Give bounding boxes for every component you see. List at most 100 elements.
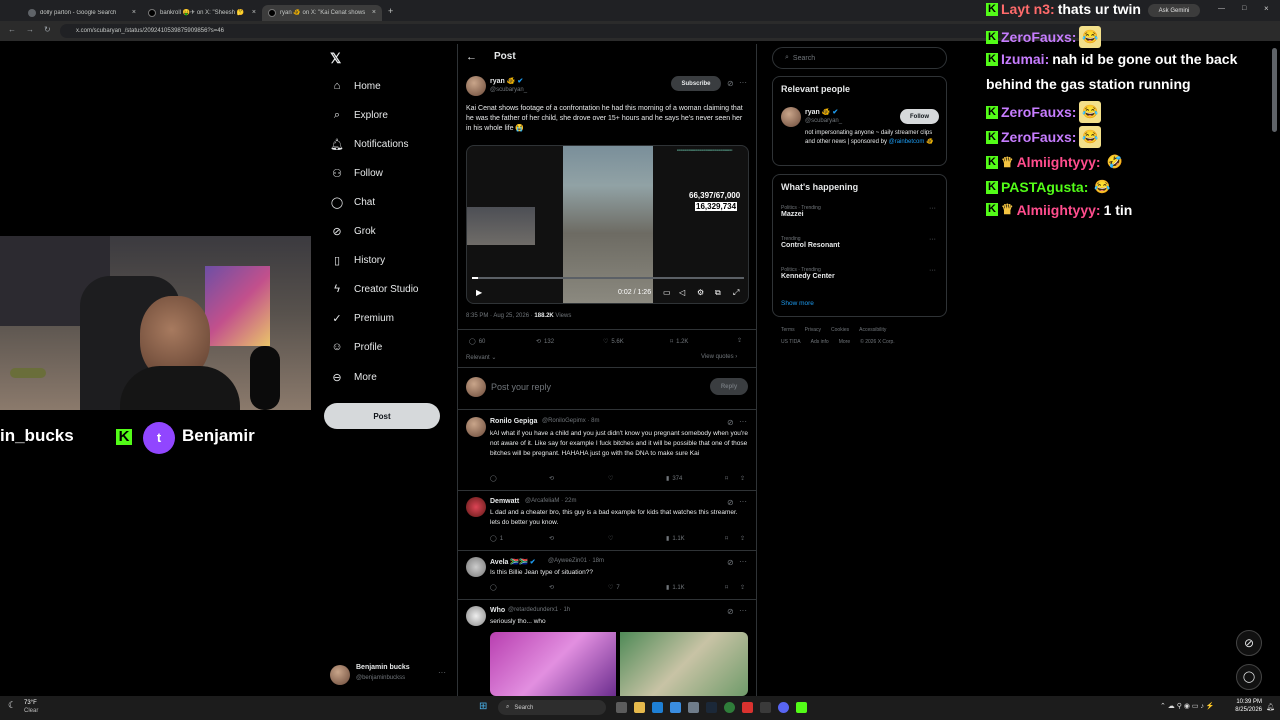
scrollbar-thumb[interactable] — [1272, 48, 1277, 132]
browser-tab-active[interactable]: ryan 🐠 on X: "Kai Cenat shows × — [262, 4, 382, 21]
account-switcher[interactable]: Benjamin bucks @benjaminbuckss ··· — [330, 662, 450, 688]
bookmark-action[interactable]: ⌑ — [725, 475, 728, 482]
nav-history[interactable]: ▯ History — [330, 254, 385, 267]
footer-link[interactable]: Terms — [781, 327, 795, 333]
avatar[interactable] — [466, 417, 486, 437]
avatar[interactable] — [781, 107, 801, 127]
trend-item[interactable]: Politics · Trending Kennedy Center ··· — [781, 267, 941, 280]
pip-icon[interactable]: ⧉ — [715, 288, 721, 298]
new-tab-icon[interactable]: + — [388, 6, 393, 16]
grok-icon[interactable]: ⊘ — [727, 418, 734, 427]
steam-icon[interactable] — [706, 702, 717, 713]
sort-dropdown[interactable]: Relevant ⌄ — [466, 354, 496, 361]
fullscreen-icon[interactable]: ⤢ — [733, 288, 739, 298]
system-tray-icons[interactable]: ⌃ ☁ ⚲ ◉ ▭ ♪ ⚡ — [1160, 702, 1215, 710]
repost-action[interactable]: ⟲ — [549, 584, 554, 591]
grok-icon[interactable]: ⊘ — [727, 79, 734, 88]
like-action[interactable]: ♡ 5.6K — [603, 338, 624, 346]
ask-gemini-button[interactable]: Ask Gemini — [1148, 4, 1200, 17]
grok-icon[interactable]: ⊘ — [727, 498, 734, 507]
footer-link[interactable]: Ads info — [811, 339, 829, 345]
store-icon[interactable] — [670, 702, 681, 713]
nav-creator-studio[interactable]: ϟ Creator Studio — [330, 283, 418, 295]
nav-more[interactable]: ⊖ More — [330, 371, 376, 384]
share-action[interactable]: ⇪ — [740, 584, 745, 591]
share-action[interactable]: ⇪ — [740, 535, 745, 542]
weather-temp[interactable]: 73°F — [24, 700, 37, 706]
windows-start-icon[interactable]: ⊞ — [479, 701, 487, 712]
subscribe-button[interactable]: Subscribe — [671, 76, 721, 91]
nav-grok[interactable]: ⊘ Grok — [330, 225, 375, 238]
more-dots-icon[interactable]: ··· — [739, 497, 747, 506]
view-quotes-link[interactable]: View quotes › — [701, 354, 737, 360]
messages-icon[interactable]: ◯ — [1236, 664, 1262, 690]
close-tab-icon[interactable]: × — [252, 9, 256, 16]
back-arrow-icon[interactable]: ← — [466, 51, 477, 63]
more-dots-icon[interactable]: ··· — [929, 236, 936, 243]
maximize-icon[interactable]: □ — [1242, 5, 1246, 12]
reply-author[interactable]: Demwatt — [490, 498, 519, 505]
reply-action[interactable]: ◯ 1 — [490, 535, 503, 543]
avatar[interactable] — [466, 497, 486, 517]
close-tab-icon[interactable]: × — [372, 9, 376, 16]
author-handle[interactable]: @scubaryan_ — [490, 87, 527, 93]
like-action[interactable]: ♡ — [608, 475, 613, 482]
reply-button[interactable]: Reply — [710, 378, 748, 395]
search-input[interactable]: ⌕ Search — [772, 47, 947, 69]
reload-icon[interactable]: ↻ — [44, 25, 51, 34]
views-action[interactable]: ▮ 1.1K — [666, 535, 685, 543]
more-dots-icon[interactable]: ··· — [739, 78, 747, 87]
discord-icon[interactable] — [778, 702, 789, 713]
minimize-icon[interactable]: — — [1218, 5, 1225, 12]
nav-premium[interactable]: ✓ Premium — [330, 312, 394, 325]
url-field[interactable]: x.com/scubaryan_/status/2092410539875909… — [60, 24, 1100, 38]
browser-tab[interactable]: dolly parton - Google Search × — [22, 5, 142, 21]
bookmark-action[interactable]: ⌑ 1.2K — [670, 338, 688, 346]
views-action[interactable]: ▮ 1.1K — [666, 584, 685, 592]
close-tab-icon[interactable]: × — [132, 9, 136, 16]
more-dots-icon[interactable]: ··· — [739, 606, 747, 615]
back-icon[interactable]: ← — [8, 25, 16, 34]
share-action[interactable]: ⇪ — [740, 475, 745, 482]
reply-media[interactable] — [490, 632, 748, 696]
like-action[interactable]: ♡ — [608, 535, 613, 542]
more-dots-icon[interactable]: ··· — [929, 205, 936, 212]
file-explorer-icon[interactable] — [634, 702, 645, 713]
follow-button[interactable]: Follow — [900, 109, 939, 124]
bio-link[interactable]: @rainbetcom 🐠 — [889, 139, 934, 145]
like-action[interactable]: ♡ 7 — [608, 584, 620, 592]
notification-bell-icon[interactable]: 🔔︎ — [1266, 703, 1275, 711]
nav-chat[interactable]: ◯ Chat — [330, 196, 375, 209]
browser-tab[interactable]: bankroll 🤑✈ on X: "Sheesh 🤔 × — [142, 5, 262, 21]
clock-time[interactable]: 10:39 PM — [1232, 699, 1262, 705]
video-progress-track[interactable] — [472, 277, 744, 279]
bookmark-action[interactable]: ⌑ — [725, 535, 728, 542]
more-dots-icon[interactable]: ··· — [739, 557, 747, 566]
repost-action[interactable]: ⟲ — [549, 535, 554, 542]
avatar[interactable] — [466, 557, 486, 577]
settings-icon[interactable]: ⚙ — [697, 288, 704, 297]
reply-author[interactable]: Who — [490, 607, 505, 614]
repost-action[interactable]: ⟲ — [549, 475, 554, 482]
video-player[interactable]: ▪▪▪▪▪▪▪▪▪▪▪▪▪▪▪▪▪▪▪▪▪▪▪▪▪▪▪▪▪▪▪▪▪▪▪▪▪▪▪▪… — [466, 145, 749, 304]
x-logo-icon[interactable]: 𝕏 — [330, 50, 341, 67]
share-action[interactable]: ⇪ — [737, 337, 742, 344]
grok-icon[interactable]: ⊘ — [727, 558, 734, 567]
footer-link[interactable]: Privacy — [805, 327, 821, 333]
reply-action[interactable]: ◯ — [490, 475, 497, 482]
nav-profile[interactable]: ☺ Profile — [330, 341, 382, 353]
app-icon[interactable] — [742, 702, 753, 713]
repost-action[interactable]: ⟲ 132 — [536, 338, 554, 346]
trend-item[interactable]: Politics · Trending Mazzei ··· — [781, 205, 941, 218]
kick-app-icon[interactable] — [796, 702, 807, 713]
reply-action[interactable]: ◯ — [490, 584, 497, 591]
trend-item[interactable]: Trending Control Resonant ··· — [781, 236, 941, 249]
nav-follow[interactable]: ⚇ Follow — [330, 167, 383, 180]
volume-icon[interactable]: ◁ — [679, 288, 685, 297]
footer-link[interactable]: Cookies — [831, 327, 849, 333]
reply-author[interactable]: Avela 🇿🇦🇿🇦 ✔ — [490, 558, 536, 566]
nav-explore[interactable]: ⌕ Explore — [330, 109, 388, 122]
footer-link[interactable]: More — [839, 339, 850, 345]
chrome-icon[interactable] — [724, 702, 735, 713]
more-dots-icon[interactable]: ··· — [929, 267, 936, 274]
